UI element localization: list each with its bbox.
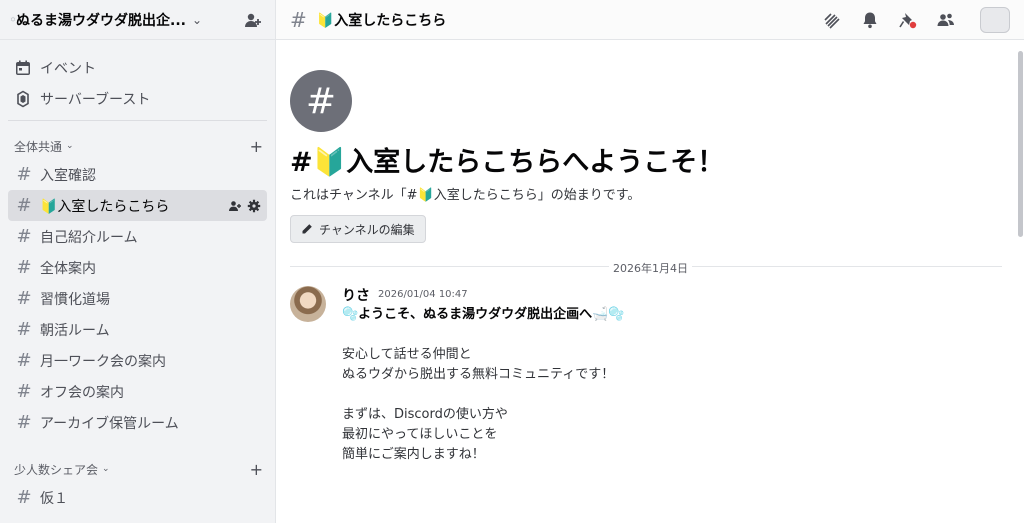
- pin-icon[interactable]: [898, 10, 918, 30]
- channel-label: 月一ワーク会の案内: [40, 353, 166, 370]
- channel-tools: [228, 199, 261, 213]
- channel-item[interactable]: # 入室確認: [8, 159, 267, 190]
- hash-icon: #: [16, 288, 32, 309]
- members-icon[interactable]: [936, 10, 956, 30]
- welcome-subtitle: これはチャンネル「#🔰入室したらこちら」の始まりです。: [290, 188, 641, 203]
- channel-label: オフ会の案内: [40, 384, 124, 401]
- calendar-icon: [16, 60, 30, 75]
- chevron-down-icon: ⌄: [102, 464, 110, 474]
- channel-item[interactable]: # オフ会の案内: [8, 376, 267, 407]
- add-channel-icon[interactable]: +: [250, 137, 263, 156]
- channel-label: 全体案内: [40, 260, 96, 277]
- category-label: 全体共通: [14, 139, 63, 154]
- hash-icon: #: [16, 257, 32, 278]
- sidebar-item-label: イベント: [40, 60, 96, 77]
- bell-icon[interactable]: [860, 10, 880, 30]
- channel-item[interactable]: # 自己紹介ルーム: [8, 221, 267, 252]
- hash-icon: #: [290, 7, 307, 32]
- scrollbar-thumb[interactable]: [1018, 51, 1023, 237]
- channel-label: 入室確認: [40, 167, 96, 184]
- sidebar-item-label: サーバーブースト: [40, 91, 151, 108]
- hash-icon: #: [16, 195, 32, 216]
- server-header[interactable]: ꙳ぬるま湯ウダウダ脱出企... ⌄: [0, 0, 275, 40]
- server-name-text: ぬるま湯ウダウダ脱出企...: [16, 12, 186, 29]
- channel-item[interactable]: # アーカイブ保管ルーム: [8, 407, 267, 438]
- invite-icon[interactable]: [228, 199, 242, 213]
- date-divider-label: 2026年1月4日: [609, 260, 692, 276]
- edit-channel-button[interactable]: チャンネルの編集: [290, 215, 426, 243]
- message-line: まずは、Discordの使い方や: [342, 407, 508, 422]
- server-name[interactable]: ꙳ぬるま湯ウダウダ脱出企...: [10, 10, 186, 30]
- channel-item[interactable]: # 朝活ルーム: [8, 314, 267, 345]
- channel-item[interactable]: # 全体案内: [8, 252, 267, 283]
- channel-item[interactable]: # 月一ワーク会の案内: [8, 345, 267, 376]
- threads-icon[interactable]: [822, 10, 842, 30]
- message-author[interactable]: りさ: [342, 285, 370, 305]
- channel-title: 🔰入室したらこちら: [316, 12, 447, 29]
- top-links: イベント サーバーブースト: [8, 40, 267, 121]
- welcome-title: #🔰入室したらこちらへようこそ！: [290, 147, 725, 178]
- message-area: # #🔰入室したらこちらへようこそ！ これはチャンネル「#🔰入室したらこちら」の…: [276, 41, 1016, 523]
- gear-icon[interactable]: [247, 199, 261, 213]
- sidebar-item-server-boost[interactable]: サーバーブースト: [8, 83, 267, 114]
- message-headline: 🫧ようこそ、ぬるま湯ウダウダ脱出企画へ🛁🫧: [342, 307, 625, 322]
- chevron-down-icon: ⌄: [66, 141, 74, 151]
- message-line: 最初にやってほしいことを: [342, 427, 498, 442]
- message-line: 安心して話せる仲間と: [342, 347, 472, 362]
- scrollbar[interactable]: [1016, 41, 1024, 523]
- locked-hash-icon: #: [16, 487, 32, 508]
- pencil-icon: [302, 224, 312, 234]
- channel-label: 仮１: [40, 490, 68, 507]
- hash-icon: #: [16, 164, 32, 185]
- category-label: 少人数シェア会: [14, 462, 99, 477]
- channel-label: 自己紹介ルーム: [40, 229, 138, 246]
- hash-icon: #: [16, 226, 32, 247]
- chevron-down-icon[interactable]: ⌄: [192, 13, 202, 27]
- message-line: [342, 325, 625, 345]
- channel-item-locked[interactable]: # 仮１: [8, 482, 267, 513]
- category-header[interactable]: 少人数シェア会 ⌄ +: [0, 458, 275, 480]
- sidebar: ꙳ぬるま湯ウダウダ脱出企... ⌄ イベント サーバーブースト 全体共通 ⌄ +…: [0, 0, 276, 523]
- avatar[interactable]: [290, 286, 326, 322]
- boost-icon: [17, 90, 29, 107]
- channel-label: 朝活ルーム: [40, 322, 110, 339]
- search-input[interactable]: [980, 6, 1010, 33]
- channel-label: 🔰入室したらこちら: [40, 198, 170, 215]
- channel-item-active[interactable]: # 🔰入室したらこちら: [8, 190, 267, 221]
- header-toolbar: [822, 6, 1010, 33]
- hash-icon: #: [16, 319, 32, 340]
- hash-icon: #: [16, 412, 32, 433]
- message-line: [342, 385, 625, 405]
- category-header[interactable]: 全体共通 ⌄ +: [0, 135, 275, 157]
- message-line: ぬるウダから脱出する無料コミュニティです！: [342, 367, 615, 382]
- hash-icon: #: [16, 381, 32, 402]
- hash-icon: #: [16, 350, 32, 371]
- channel-header: # 🔰入室したらこちら: [276, 0, 1024, 40]
- channel-hash-icon: #: [290, 70, 352, 132]
- channel-item[interactable]: # 習慣化道場: [8, 283, 267, 314]
- message-content: 🫧ようこそ、ぬるま湯ウダウダ脱出企画へ🛁🫧 安心して話せる仲間と ぬるウダから脱…: [342, 305, 625, 465]
- add-channel-icon[interactable]: +: [250, 460, 263, 479]
- message-line: 簡単にご案内しますね！: [342, 447, 485, 462]
- add-member-icon[interactable]: [243, 10, 263, 30]
- sidebar-item-events[interactable]: イベント: [8, 52, 267, 83]
- channel-label: アーカイブ保管ルーム: [40, 415, 179, 432]
- edit-channel-label: チャンネルの編集: [319, 222, 415, 237]
- channel-label: 習慣化道場: [40, 291, 110, 308]
- message-timestamp: 2026/01/04 10:47: [378, 289, 468, 300]
